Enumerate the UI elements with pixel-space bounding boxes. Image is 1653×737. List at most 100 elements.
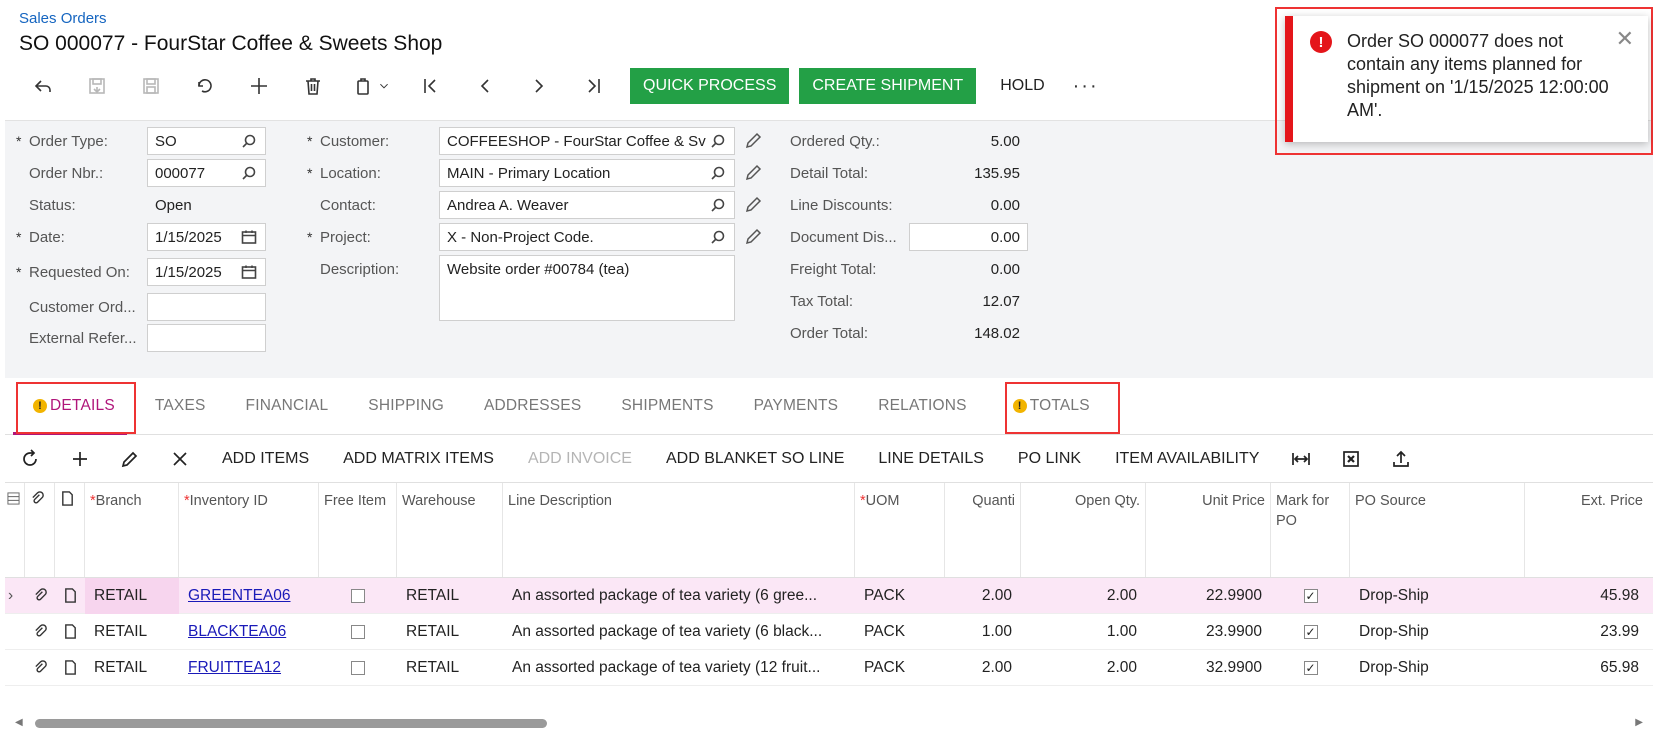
cell-unit-price[interactable]: 22.9900	[1146, 578, 1271, 614]
requested-on-field[interactable]: 1/15/2025	[147, 258, 266, 286]
attachment-icon[interactable]	[25, 578, 55, 614]
cell-warehouse[interactable]: RETAIL	[397, 614, 503, 650]
note-icon[interactable]	[55, 650, 85, 686]
add-row-icon[interactable]	[55, 440, 105, 478]
external-ref-field[interactable]	[147, 324, 266, 352]
customer-field[interactable]: COFFEESHOP - FourStar Coffee & Sv	[439, 127, 735, 155]
table-row[interactable]: › RETAIL GREENTEA06 RETAIL An assorted p…	[5, 577, 1653, 614]
back-icon[interactable]	[16, 68, 70, 104]
scroll-right-arrow-icon[interactable]: ▶	[1635, 717, 1643, 728]
cell-uom[interactable]: PACK	[855, 614, 945, 650]
edit-pencil-icon[interactable]	[744, 164, 762, 182]
cell-warehouse[interactable]: RETAIL	[397, 650, 503, 686]
col-inventory-id[interactable]: *Inventory ID	[179, 483, 319, 577]
search-icon[interactable]	[240, 164, 258, 182]
col-po-source[interactable]: PO Source	[1350, 483, 1525, 577]
breadcrumb[interactable]: Sales Orders	[19, 10, 107, 27]
col-open-qty[interactable]: Open Qty.	[1021, 483, 1146, 577]
note-icon[interactable]	[55, 578, 85, 614]
col-warehouse[interactable]: Warehouse	[397, 483, 503, 577]
description-field[interactable]: Website order #00784 (tea)	[439, 255, 735, 321]
col-unit-price[interactable]: Unit Price	[1146, 483, 1271, 577]
edit-pencil-icon[interactable]	[744, 196, 762, 214]
cell-free-item[interactable]	[319, 650, 397, 686]
tab-taxes[interactable]: TAXES	[135, 378, 226, 435]
cell-branch[interactable]: RETAIL	[85, 650, 179, 686]
cell-branch[interactable]: RETAIL	[85, 577, 179, 614]
quick-process-button[interactable]: QUICK PROCESS	[630, 68, 790, 104]
free-item-checkbox[interactable]	[351, 624, 365, 639]
mark-for-po-checkbox[interactable]: ✓	[1303, 588, 1318, 603]
location-field[interactable]: MAIN - Primary Location	[439, 159, 735, 187]
order-nbr-field[interactable]: 000077	[147, 159, 266, 187]
first-record-icon[interactable]	[404, 68, 458, 104]
cell-warehouse[interactable]: RETAIL	[397, 578, 503, 614]
table-row[interactable]: RETAIL FRUITTEA12 RETAIL An assorted pac…	[5, 650, 1653, 686]
tab-relations[interactable]: RELATIONS	[858, 378, 987, 435]
cell-po-source[interactable]: Drop-Ship	[1350, 614, 1525, 650]
col-quantity[interactable]: Quanti	[945, 483, 1021, 577]
cell-ext-price[interactable]: 23.99	[1525, 614, 1648, 650]
order-type-field[interactable]: SO	[147, 127, 266, 155]
col-uom[interactable]: *UOM	[855, 483, 945, 577]
cell-free-item[interactable]	[319, 614, 397, 650]
cell-quantity[interactable]: 2.00	[945, 578, 1021, 614]
next-record-icon[interactable]	[512, 68, 566, 104]
tab-addresses[interactable]: ADDRESSES	[464, 378, 601, 435]
delete-row-icon[interactable]	[155, 440, 205, 478]
cell-inventory-id[interactable]: BLACKTEA06	[179, 614, 319, 650]
contact-field[interactable]: Andrea A. Weaver	[439, 191, 735, 219]
create-shipment-button[interactable]: CREATE SHIPMENT	[799, 68, 977, 104]
document-discount-field[interactable]: 0.00	[909, 223, 1028, 251]
cell-ext-price[interactable]: 45.98	[1525, 578, 1648, 614]
tab-payments[interactable]: PAYMENTS	[734, 378, 859, 435]
search-icon[interactable]	[709, 164, 727, 182]
hold-button[interactable]: HOLD	[976, 68, 1068, 104]
search-icon[interactable]	[240, 132, 258, 150]
inventory-id-link[interactable]: FRUITTEA12	[188, 659, 281, 677]
fit-columns-icon[interactable]	[1276, 440, 1326, 478]
save-icon[interactable]	[124, 68, 178, 104]
cell-inventory-id[interactable]: FRUITTEA12	[179, 650, 319, 686]
undo-icon[interactable]	[178, 68, 232, 104]
refresh-icon[interactable]	[5, 440, 55, 478]
calendar-icon[interactable]	[240, 263, 258, 281]
cell-uom[interactable]: PACK	[855, 578, 945, 614]
add-items-button[interactable]: ADD ITEMS	[205, 450, 326, 468]
cell-branch[interactable]: RETAIL	[85, 614, 179, 650]
col-ext-price[interactable]: Ext. Price	[1525, 483, 1648, 577]
cell-open-qty[interactable]: 2.00	[1021, 650, 1146, 686]
cell-po-source[interactable]: Drop-Ship	[1350, 650, 1525, 686]
cell-free-item[interactable]	[319, 578, 397, 614]
cell-quantity[interactable]: 2.00	[945, 650, 1021, 686]
inventory-id-link[interactable]: GREENTEA06	[188, 587, 291, 605]
more-actions-button[interactable]: ···	[1069, 75, 1103, 98]
edit-row-icon[interactable]	[105, 440, 155, 478]
search-icon[interactable]	[709, 228, 727, 246]
scrollbar-thumb[interactable]	[35, 719, 547, 728]
table-row[interactable]: RETAIL BLACKTEA06 RETAIL An assorted pac…	[5, 614, 1653, 650]
cell-line-description[interactable]: An assorted package of tea variety (6 gr…	[503, 578, 855, 614]
save-close-icon[interactable]	[70, 68, 124, 104]
cell-mark-for-po[interactable]: ✓	[1271, 650, 1350, 686]
po-link-button[interactable]: PO LINK	[1001, 450, 1098, 468]
cell-quantity[interactable]: 1.00	[945, 614, 1021, 650]
row-selector-header-icon[interactable]	[5, 483, 25, 577]
col-line-description[interactable]: Line Description	[503, 483, 855, 577]
inventory-id-link[interactable]: BLACKTEA06	[188, 623, 286, 641]
last-record-icon[interactable]	[566, 68, 620, 104]
item-availability-button[interactable]: ITEM AVAILABILITY	[1098, 450, 1276, 468]
upload-icon[interactable]	[1376, 440, 1426, 478]
cell-po-source[interactable]: Drop-Ship	[1350, 578, 1525, 614]
cell-line-description[interactable]: An assorted package of tea variety (12 f…	[503, 650, 855, 686]
cell-unit-price[interactable]: 32.9900	[1146, 650, 1271, 686]
prev-record-icon[interactable]	[458, 68, 512, 104]
col-mark-for-po[interactable]: Mark for PO	[1271, 483, 1350, 577]
note-icon[interactable]	[55, 614, 85, 650]
mark-for-po-checkbox[interactable]: ✓	[1303, 624, 1318, 639]
add-matrix-items-button[interactable]: ADD MATRIX ITEMS	[326, 450, 511, 468]
edit-pencil-icon[interactable]	[744, 132, 762, 150]
col-branch[interactable]: *Branch	[85, 483, 179, 577]
close-icon[interactable]: ✕	[1616, 26, 1634, 52]
cell-open-qty[interactable]: 1.00	[1021, 614, 1146, 650]
